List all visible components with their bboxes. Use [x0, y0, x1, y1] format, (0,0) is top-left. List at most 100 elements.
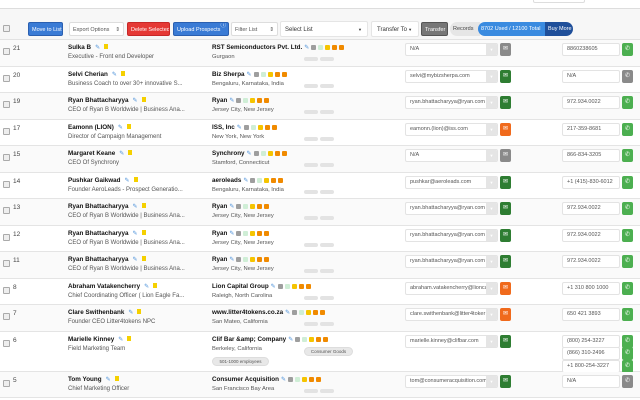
row-checkbox[interactable]: [3, 48, 10, 55]
email-button[interactable]: ✉: [500, 228, 511, 242]
sticky-note-icon[interactable]: [137, 309, 142, 314]
search-icon[interactable]: [284, 283, 290, 289]
phone-field[interactable]: N/A: [562, 69, 620, 83]
select-list-dropdown[interactable]: Select List ▼: [280, 21, 368, 37]
search-icon[interactable]: [299, 310, 305, 315]
call-button[interactable]: ✆: [622, 96, 633, 109]
sticky-note-icon[interactable]: [141, 97, 146, 102]
check-icon[interactable]: [264, 98, 270, 103]
phone-field[interactable]: 972.934.0022: [562, 96, 620, 109]
edit-pencil-icon[interactable]: ✎: [271, 283, 276, 290]
row-checkbox[interactable]: [3, 127, 10, 135]
check-icon[interactable]: [264, 257, 270, 262]
phone-field[interactable]: (866) 310-2496: [562, 347, 620, 360]
call-button[interactable]: ✆: [622, 347, 633, 360]
name-text[interactable]: Ryan Bhattacharyya: [68, 97, 129, 104]
row-checkbox[interactable]: [3, 313, 10, 320]
sticky-note-icon[interactable]: [120, 70, 125, 76]
company-text[interactable]: RST Semiconductors Pvt. Ltd.: [212, 44, 302, 51]
doc-icon[interactable]: [236, 257, 242, 262]
copy-icon[interactable]: [257, 230, 263, 236]
edit-pencil-icon[interactable]: ✎: [247, 71, 252, 78]
doc-icon[interactable]: [277, 283, 283, 289]
company-name[interactable]: Ryan ✎: [212, 230, 270, 237]
filter-list-select[interactable]: Filter List ⇕: [231, 22, 278, 36]
note-icon[interactable]: [301, 376, 307, 382]
phone-field[interactable]: +1 (415)-830-6012: [562, 175, 620, 189]
sticky-note-icon[interactable]: [141, 203, 146, 208]
note-icon[interactable]: [325, 45, 331, 50]
company-name[interactable]: Ryan ✎: [212, 256, 270, 263]
caret-down-icon[interactable]: ▼: [486, 123, 497, 135]
caret-down-icon[interactable]: ▼: [486, 229, 497, 241]
phone-field[interactable]: (800) 254-3227: [562, 334, 620, 348]
call-button[interactable]: ✆: [622, 43, 633, 56]
edit-pencil-icon[interactable]: ✎: [106, 377, 111, 383]
note-icon[interactable]: [267, 151, 273, 156]
note-icon[interactable]: [309, 336, 315, 342]
note-icon[interactable]: [250, 98, 256, 103]
call-button[interactable]: ✆: [622, 69, 633, 83]
company-name[interactable]: Biz Sherpa ✎: [212, 71, 287, 78]
prospect-name[interactable]: Clare Swithenbank ✎: [68, 309, 142, 316]
sticky-note-icon[interactable]: [128, 150, 133, 155]
name-text[interactable]: Selvi Cherian: [68, 71, 108, 78]
note-icon[interactable]: [264, 177, 270, 183]
copy-icon[interactable]: [332, 45, 338, 50]
email-button[interactable]: ✉: [500, 149, 511, 162]
transfer-button[interactable]: Transfer: [421, 22, 448, 36]
copy-icon[interactable]: [274, 151, 280, 156]
email-button[interactable]: ✉: [500, 255, 511, 268]
doc-icon[interactable]: [236, 230, 242, 236]
company-text[interactable]: Lion Capital Group: [212, 283, 269, 290]
search-icon[interactable]: [302, 336, 308, 342]
check-icon[interactable]: [323, 336, 329, 342]
caret-down-icon[interactable]: ▼: [486, 282, 497, 294]
call-button[interactable]: ✆: [622, 149, 633, 162]
company-text[interactable]: Ryan: [212, 230, 227, 237]
call-button[interactable]: ✆: [622, 175, 633, 189]
phone-field[interactable]: N/A: [562, 374, 620, 388]
doc-icon[interactable]: [236, 98, 242, 103]
edit-pencil-icon[interactable]: ✎: [288, 336, 293, 343]
name-text[interactable]: Clare Swithenbank: [68, 309, 124, 316]
sticky-note-icon[interactable]: [104, 44, 109, 49]
row-checkbox[interactable]: [3, 154, 10, 161]
email-select[interactable]: abraham.vatakencherry@lionca ▼: [405, 281, 498, 295]
call-button[interactable]: ✆: [622, 308, 633, 321]
buy-more-button[interactable]: Buy More: [545, 22, 573, 36]
row-checkbox[interactable]: [3, 233, 10, 241]
phone-field[interactable]: 650 421 3893: [562, 308, 620, 321]
doc-icon[interactable]: [287, 376, 293, 382]
caret-down-icon[interactable]: ▼: [486, 70, 497, 82]
prospect-name[interactable]: Marielle Kinney ✎: [68, 335, 132, 343]
copy-icon[interactable]: [274, 71, 280, 77]
note-icon[interactable]: [257, 124, 263, 130]
edit-pencil-icon[interactable]: ✎: [247, 150, 252, 157]
row-checkbox[interactable]: [3, 286, 10, 294]
note-icon[interactable]: [291, 283, 297, 289]
email-select[interactable]: pushkar@aeroleads.com ▼: [405, 175, 498, 189]
search-icon[interactable]: [243, 230, 249, 236]
edit-pencil-icon[interactable]: ✎: [133, 257, 138, 263]
note-icon[interactable]: [306, 310, 312, 315]
edit-pencil-icon[interactable]: ✎: [243, 177, 248, 184]
phone-field[interactable]: 217-359-8681: [562, 122, 620, 136]
doc-icon[interactable]: [292, 310, 298, 315]
edit-pencil-icon[interactable]: ✎: [112, 72, 117, 78]
company-name[interactable]: Consumer Acquisition ✎: [212, 376, 321, 383]
sticky-note-icon[interactable]: [133, 176, 138, 182]
company-text[interactable]: Clif Bar &amp; Company: [212, 336, 286, 343]
row-checkbox[interactable]: [3, 260, 10, 267]
copy-icon[interactable]: [264, 124, 270, 130]
email-button[interactable]: ✉: [500, 202, 511, 215]
caret-down-icon[interactable]: ▼: [486, 150, 497, 161]
email-select[interactable]: tom@consumeracquisition.com ▼: [405, 374, 498, 388]
prospect-name[interactable]: Ryan Bhattacharyya ✎: [68, 229, 146, 237]
check-icon[interactable]: [320, 310, 326, 315]
company-name[interactable]: Clif Bar &amp; Company ✎: [212, 336, 329, 343]
doc-icon[interactable]: [253, 151, 259, 156]
upload-prospects-button[interactable]: Upload Prospects ⓘ: [173, 22, 229, 36]
prospect-name[interactable]: Ryan Bhattacharyya ✎: [68, 203, 146, 210]
name-text[interactable]: Pushkar Gaikwad: [68, 177, 121, 184]
